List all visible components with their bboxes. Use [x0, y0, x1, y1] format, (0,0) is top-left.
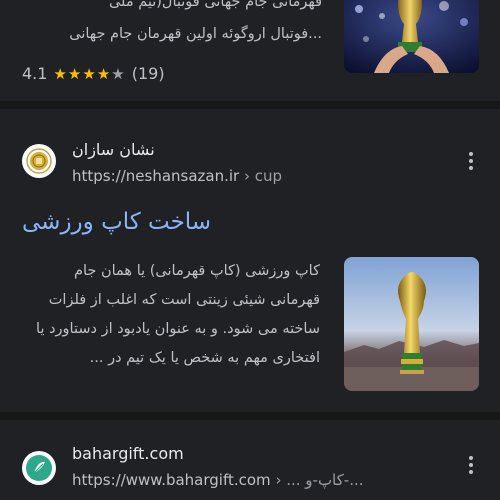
- more-options-icon[interactable]: [461, 149, 481, 173]
- result-thumbnail-image[interactable]: [344, 0, 479, 73]
- url-text: https://www.bahargift.com: [72, 471, 271, 489]
- url-breadcrumb: › cup: [239, 167, 283, 185]
- star-icon: ★: [96, 64, 112, 83]
- star-icon: ★: [67, 64, 83, 83]
- result-snippet-line: ...فوتبال اروگوئه اولین قهرمان جام جهانی: [69, 26, 322, 42]
- url-text: https://neshansazan.ir: [72, 167, 240, 185]
- result-snippet-line: قهرمانی جام جهانی فوتبال(تیم ملی: [108, 0, 322, 10]
- rating: 4.1 ★★★★★ (19): [22, 64, 165, 83]
- bahargift-logo-icon: [26, 455, 52, 481]
- star-rating: ★★★★★: [53, 65, 125, 83]
- rating-value: 4.1: [22, 64, 48, 83]
- site-url[interactable]: https://neshansazan.ir › cup: [72, 167, 282, 185]
- more-options-icon[interactable]: [461, 453, 481, 477]
- result-title-link[interactable]: ساخت کاپ ورزشی: [22, 209, 211, 235]
- url-breadcrumb: › ... کاپ-و-...: [270, 471, 364, 489]
- star-empty-icon: ★: [111, 64, 126, 83]
- result-separator: [0, 101, 500, 109]
- search-result-card-1[interactable]: قهرمانی جام جهانی فوتبال(تیم ملی ...فوتب…: [0, 0, 500, 101]
- star-icon: ★: [53, 64, 68, 83]
- search-result-card-2[interactable]: نشان سازان https://neshansazan.ir › cup …: [0, 109, 500, 412]
- result-thumbnail-image[interactable]: [344, 257, 479, 391]
- site-favicon[interactable]: [22, 144, 56, 178]
- site-name[interactable]: bahargift.com: [72, 444, 184, 463]
- search-result-card-3[interactable]: bahargift.com https://www.bahargift.com …: [0, 420, 500, 500]
- rating-count: (19): [131, 64, 165, 83]
- site-url[interactable]: https://www.bahargift.com › ... کاپ-و-..…: [72, 471, 364, 489]
- result-separator: [0, 412, 500, 420]
- result-snippet: کاپ ورزشی (کاپ قهرمانی) یا همان جام قهرم…: [36, 263, 320, 366]
- neshansazan-logo-icon: [25, 147, 53, 175]
- star-icon: ★: [82, 64, 97, 83]
- site-favicon[interactable]: [22, 451, 56, 485]
- site-name[interactable]: نشان سازان: [72, 140, 155, 159]
